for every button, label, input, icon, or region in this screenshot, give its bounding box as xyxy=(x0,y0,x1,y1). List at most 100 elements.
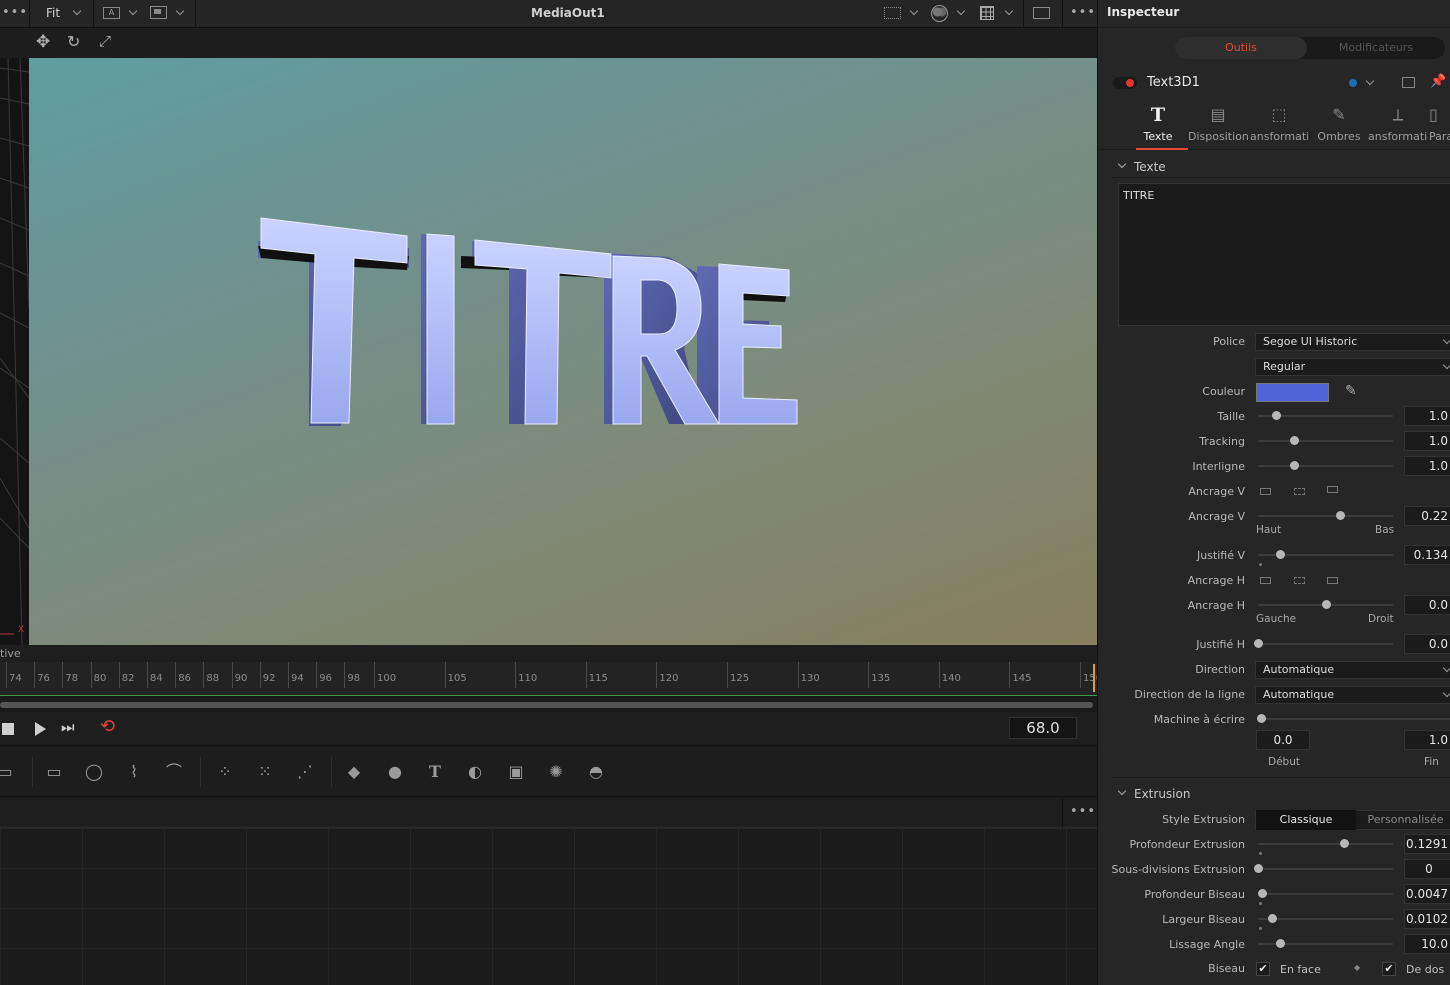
subtab-shading[interactable]: ✎ Ombres xyxy=(1314,100,1364,150)
stop-icon[interactable] xyxy=(2,723,14,735)
light-3d-icon[interactable]: ✺ xyxy=(545,761,567,783)
particle-merge-icon[interactable]: ⋰ xyxy=(294,761,316,783)
polygon-mask-icon[interactable]: ⌇ xyxy=(123,761,145,783)
tab-modifiers[interactable]: Modificateurs xyxy=(1307,37,1445,59)
color-channels-icon[interactable] xyxy=(931,5,948,22)
chevron-down-icon[interactable] xyxy=(1004,6,1014,16)
typewriter-end-field[interactable]: 1.0 xyxy=(1404,730,1450,750)
angle-smooth-value[interactable]: 10.0 xyxy=(1404,934,1450,954)
anchor-center-icon[interactable] xyxy=(1294,488,1305,495)
anchor-right-icon[interactable] xyxy=(1327,577,1338,584)
bspline-mask-icon[interactable]: ⌒ xyxy=(163,761,185,783)
pin-icon[interactable]: 📌 xyxy=(1430,74,1446,89)
extrusion-depth-slider[interactable] xyxy=(1258,839,1393,849)
version-icon[interactable] xyxy=(1402,77,1415,88)
line-spacing-slider[interactable] xyxy=(1258,461,1393,471)
node-editor-options-icon[interactable]: ••• xyxy=(1070,804,1096,819)
anchor-hcenter-icon[interactable] xyxy=(1294,577,1305,584)
node-toggle[interactable] xyxy=(1113,77,1137,89)
anchor-h-slider[interactable] xyxy=(1258,600,1393,610)
line-spacing-value[interactable]: 1.0 xyxy=(1404,456,1450,476)
anchor-top-icon[interactable] xyxy=(1260,488,1271,495)
chevron-down-icon[interactable] xyxy=(175,6,185,16)
aspect-icon[interactable]: A xyxy=(103,7,120,19)
subtab-settings[interactable]: ▯ Para xyxy=(1429,100,1450,150)
justify-h-slider[interactable] xyxy=(1254,639,1393,649)
chevron-down-icon[interactable] xyxy=(1365,76,1375,86)
chevron-down-icon[interactable] xyxy=(128,6,138,16)
rotate-icon[interactable]: ↻ xyxy=(67,32,80,51)
ellipse-mask-icon[interactable]: ◯ xyxy=(83,761,105,783)
size-slider[interactable] xyxy=(1258,411,1393,421)
zoom-select[interactable]: Fit xyxy=(46,6,60,20)
secondary-viewport[interactable]: X xyxy=(0,58,29,645)
size-value[interactable]: 1.0 xyxy=(1404,406,1450,426)
renderer-3d-icon[interactable]: ◓ xyxy=(585,761,607,783)
subtab-transform[interactable]: ⬚ ansformatio xyxy=(1250,100,1308,150)
image-plane-3d-icon[interactable]: ◆ xyxy=(343,761,365,783)
typewriter-range-track[interactable] xyxy=(1258,718,1450,720)
current-frame-field[interactable]: 68.0 xyxy=(1009,717,1077,739)
particle-render-icon[interactable]: ⁙ xyxy=(254,761,276,783)
extrusion-depth-value[interactable]: 0.1291 xyxy=(1404,834,1450,854)
rectangle-mask-icon[interactable]: ▭ xyxy=(43,761,65,783)
chevron-down-icon[interactable] xyxy=(72,6,82,16)
chevron-down-icon[interactable] xyxy=(956,6,966,16)
anchor-bottom-icon[interactable] xyxy=(1327,486,1338,493)
anchor-left-icon[interactable] xyxy=(1260,577,1271,584)
bevel-depth-value[interactable]: 0.0047 xyxy=(1404,884,1450,904)
subtab-text[interactable]: T Texte xyxy=(1138,100,1178,150)
chevron-down-icon[interactable] xyxy=(909,6,919,16)
angle-smooth-slider[interactable] xyxy=(1258,939,1393,949)
style-dropdown[interactable]: Regular xyxy=(1255,358,1450,376)
extrusion-custom-option[interactable]: Personnalisée xyxy=(1357,810,1450,830)
safe-area-icon[interactable] xyxy=(884,7,901,19)
bevel-width-value[interactable]: 0.0102 xyxy=(1404,909,1450,929)
section-texte[interactable]: Texte xyxy=(1098,156,1450,178)
text-3d-icon[interactable]: T xyxy=(424,761,446,783)
loop-icon[interactable]: ⟲ xyxy=(100,716,115,737)
color-tag-icon[interactable] xyxy=(1349,79,1357,87)
anchor-v-value[interactable]: 0.22 xyxy=(1404,506,1450,526)
roi-icon[interactable] xyxy=(150,6,167,19)
justify-h-value[interactable]: 0.0 xyxy=(1404,634,1450,654)
move-icon[interactable]: ✥ xyxy=(36,32,50,52)
color-swatch[interactable] xyxy=(1256,383,1329,402)
eyedropper-icon[interactable]: ✎ xyxy=(1345,383,1357,399)
bevel-back-checkbox[interactable]: ✔ xyxy=(1382,962,1396,976)
playhead-end-marker[interactable] xyxy=(1093,664,1095,692)
grid-icon[interactable] xyxy=(980,6,994,20)
section-extrusion[interactable]: Extrusion xyxy=(1098,783,1450,805)
tab-tools[interactable]: Outils xyxy=(1175,37,1307,59)
time-ruler[interactable]: 74 76 78 80 82 84 86 88 90 92 94 96 98 100 105 110 115 12… xyxy=(0,662,1102,696)
merge-3d-icon[interactable]: ◐ xyxy=(464,761,486,783)
anchor-v-slider[interactable] xyxy=(1258,511,1393,521)
viewer-canvas[interactable] xyxy=(29,58,1097,645)
bevel-width-slider[interactable] xyxy=(1258,914,1393,924)
styled-text-input[interactable]: TITRE xyxy=(1118,183,1450,326)
bevel-front-checkbox[interactable]: ✔ xyxy=(1256,962,1270,976)
bevel-depth-slider[interactable] xyxy=(1258,889,1393,899)
play-icon[interactable] xyxy=(35,722,46,736)
typewriter-start-field[interactable]: 0.0 xyxy=(1256,730,1310,750)
particle-emitter-icon[interactable]: ⁘ xyxy=(214,761,236,783)
typewriter-start-handle[interactable] xyxy=(1257,714,1266,723)
direction-dropdown[interactable]: Automatique xyxy=(1255,661,1450,679)
viewer-options-dots-icon[interactable]: ••• xyxy=(1070,5,1096,20)
extrusion-subdiv-slider[interactable] xyxy=(1254,864,1393,874)
extrusion-classic-option[interactable]: Classique xyxy=(1256,810,1356,830)
subtab-layout[interactable]: ▤ Disposition xyxy=(1188,100,1248,150)
skip-to-end-icon[interactable]: ⏭ xyxy=(61,718,75,736)
keyframe-diamond-icon[interactable]: ◆ xyxy=(1354,963,1360,972)
subtab-transform-3d[interactable]: ⟂ ansformatio xyxy=(1368,100,1428,150)
justify-v-value[interactable]: 0.134 xyxy=(1404,545,1450,565)
anchor-h-value[interactable]: 0.0 xyxy=(1404,595,1450,615)
line-direction-dropdown[interactable]: Automatique xyxy=(1255,686,1450,704)
fullscreen-icon[interactable] xyxy=(1033,7,1050,19)
timeline-scrollbar[interactable] xyxy=(0,702,1093,708)
extrusion-subdiv-value[interactable]: 0 xyxy=(1404,859,1450,879)
scale-icon[interactable]: ⤢ xyxy=(99,32,111,50)
font-dropdown[interactable]: Segoe UI Historic xyxy=(1255,333,1450,351)
bg-tool-icon[interactable]: ▭ xyxy=(0,761,16,783)
tracking-value[interactable]: 1.0 xyxy=(1404,431,1450,451)
